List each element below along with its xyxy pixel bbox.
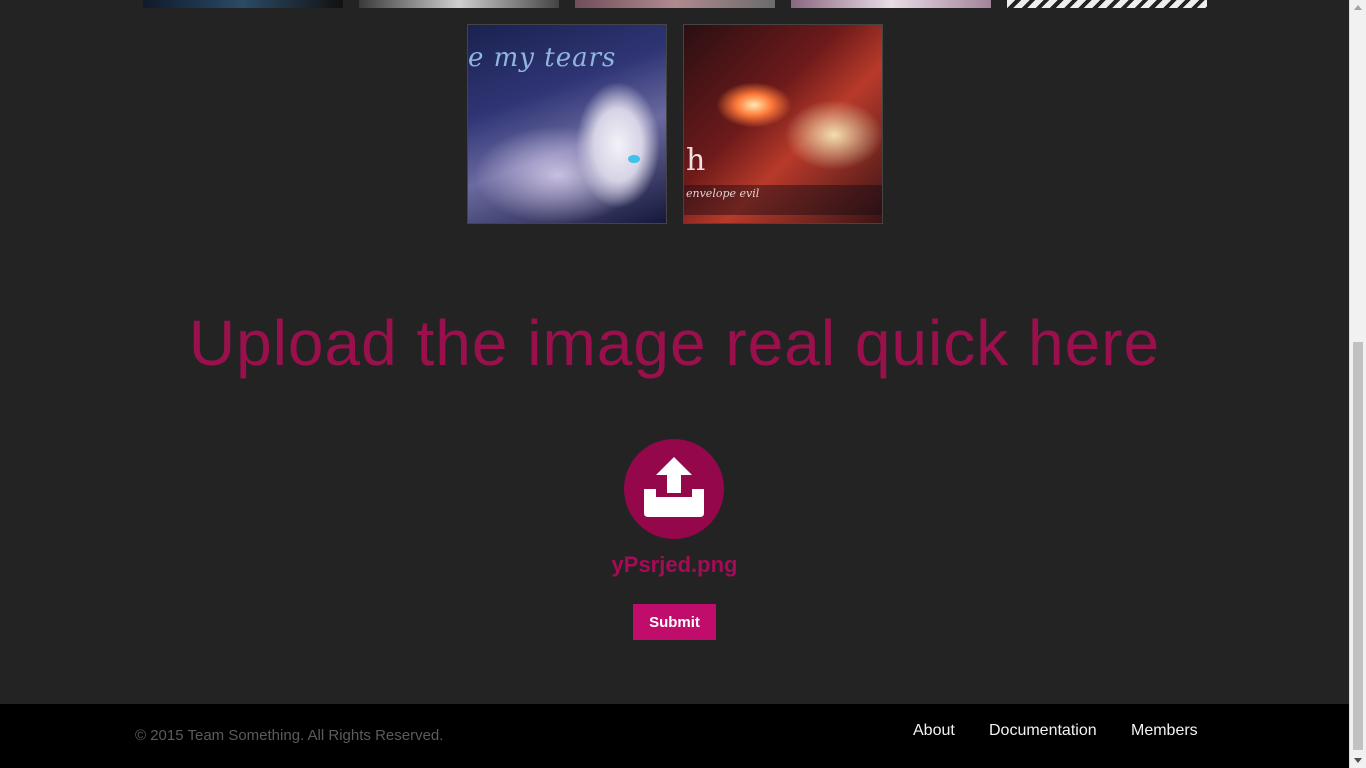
gallery-image-red-fire[interactable]: h envelope evil xyxy=(683,24,883,224)
image-caption-text: envelope evil xyxy=(686,187,760,200)
scrollbar-thumb[interactable] xyxy=(1353,342,1363,750)
upload-tray-icon xyxy=(644,457,704,517)
gallery-thumbnail[interactable] xyxy=(359,0,559,8)
copyright-text: © 2015 Team Something. All Rights Reserv… xyxy=(135,727,444,744)
gallery-thumbnail[interactable] xyxy=(1007,0,1207,8)
gallery-thumbnail[interactable] xyxy=(791,0,991,8)
vertical-scrollbar[interactable] xyxy=(1349,0,1366,768)
scroll-up-arrow-icon[interactable] xyxy=(1354,5,1362,10)
footer-link-documentation[interactable]: Documentation xyxy=(989,722,1097,740)
gallery-image-anime-girl[interactable]: e my tears xyxy=(467,24,667,224)
selected-filename: yPsrjed.png xyxy=(611,552,738,577)
image-detail xyxy=(628,155,640,163)
footer: © 2015 Team Something. All Rights Reserv… xyxy=(0,704,1349,768)
gallery-thumbnail[interactable] xyxy=(143,0,343,8)
upload-heading: Upload the image real quick here xyxy=(188,307,1161,379)
upload-file-button[interactable] xyxy=(624,439,724,539)
footer-link-members[interactable]: Members xyxy=(1131,722,1198,740)
footer-link-about[interactable]: About xyxy=(913,722,955,740)
image-overlay-text: h xyxy=(686,143,706,178)
image-overlay-text: e my tears xyxy=(468,43,617,73)
gallery-thumbnail[interactable] xyxy=(575,0,775,8)
submit-button[interactable]: Submit xyxy=(633,604,716,640)
scroll-down-arrow-icon[interactable] xyxy=(1354,758,1362,763)
